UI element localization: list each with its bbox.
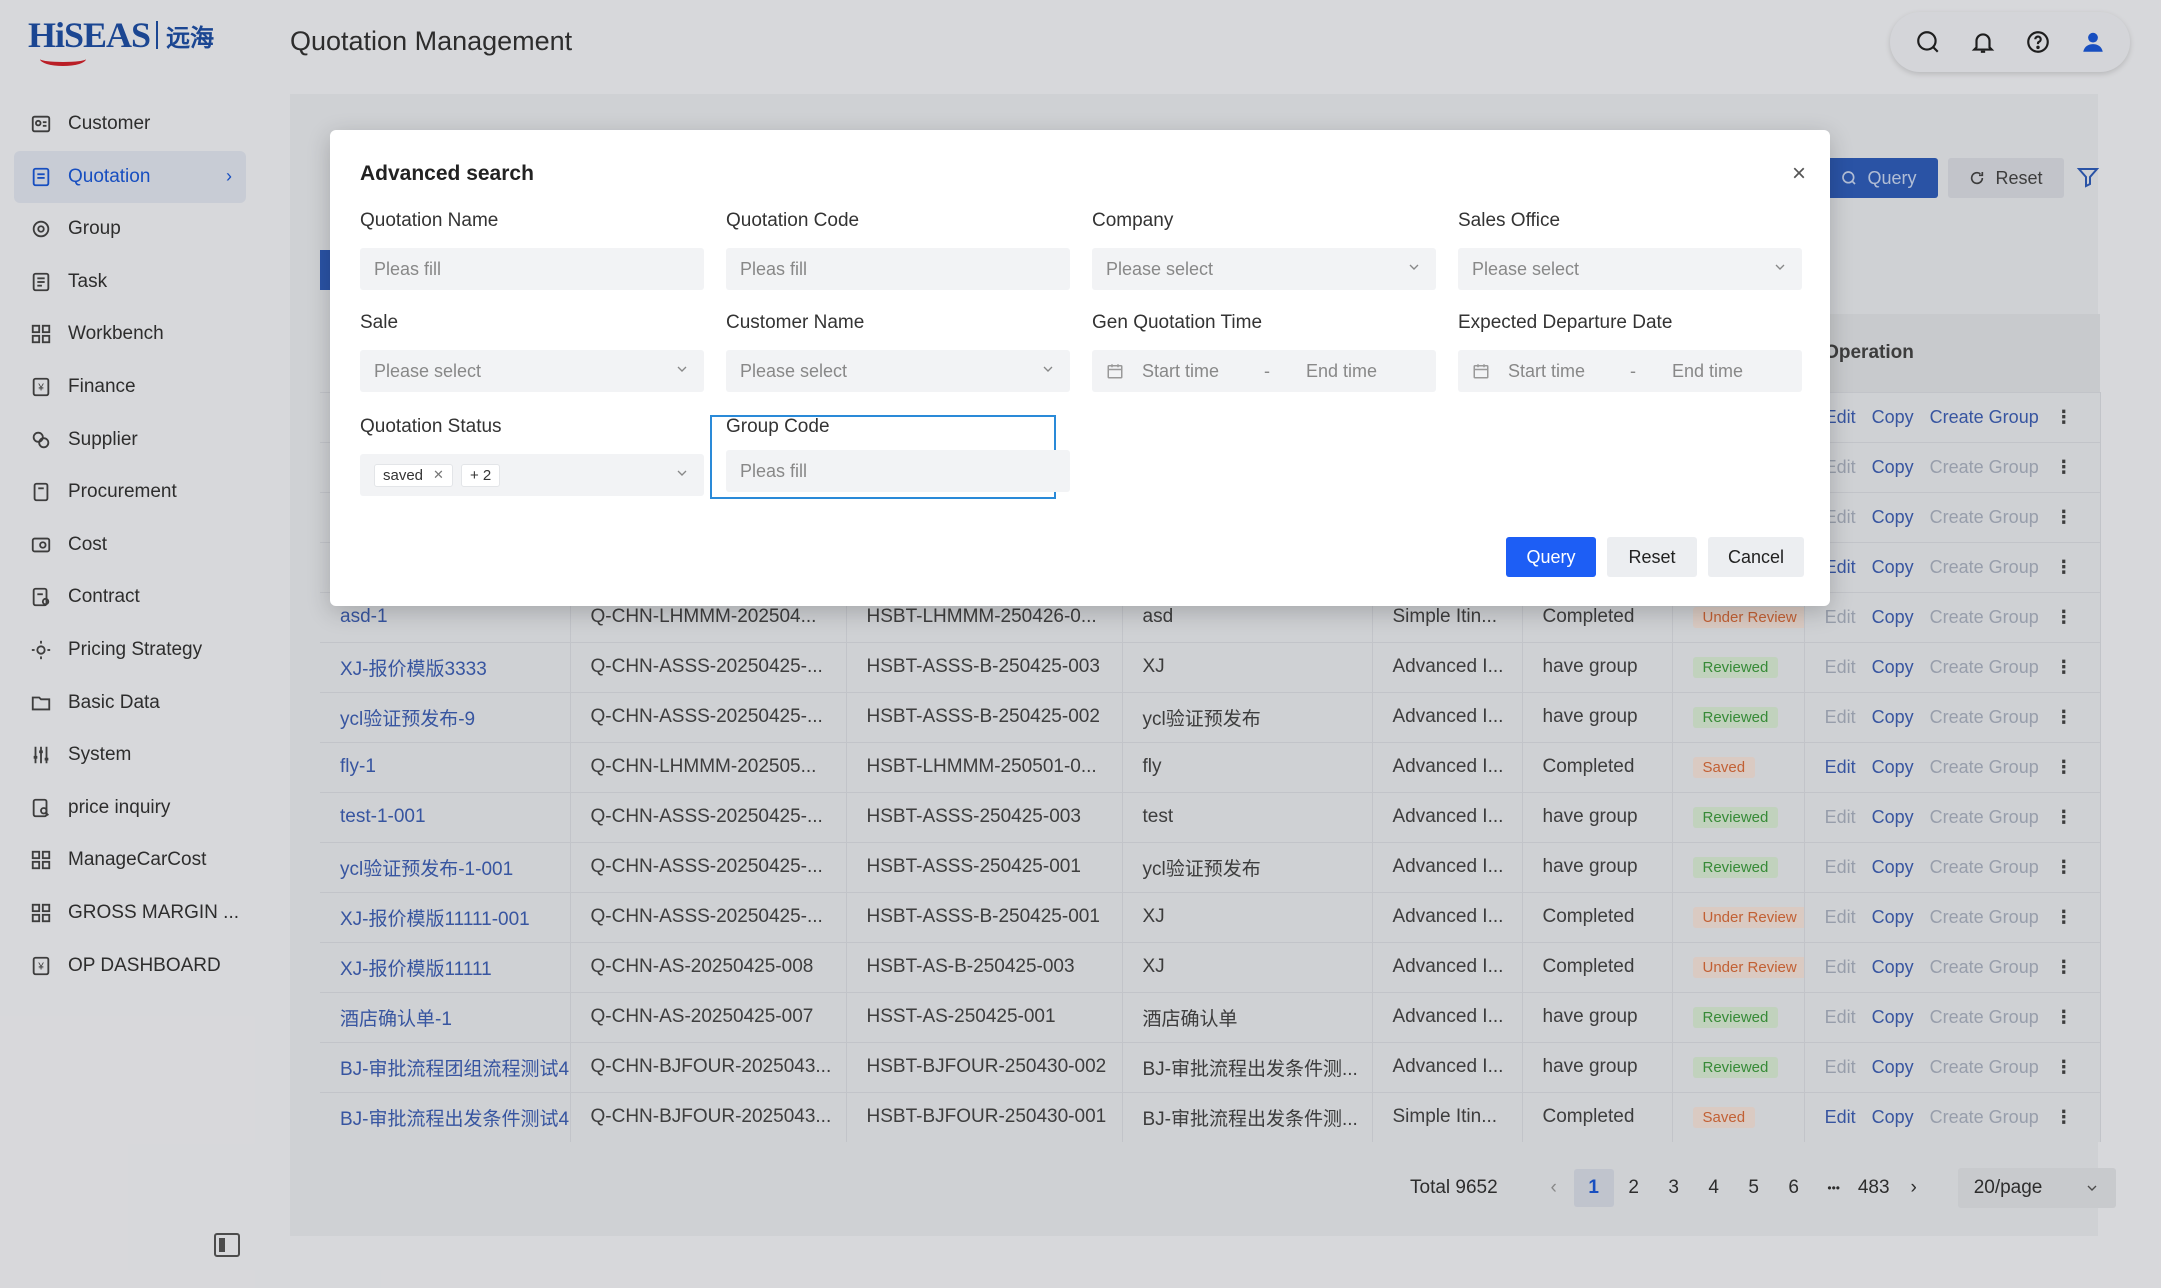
group-code-input[interactable]: Pleas fill — [726, 450, 1070, 492]
chevron-down-icon — [674, 465, 690, 486]
departure-date-label: Expected Departure Date — [1458, 312, 1673, 333]
sales-office-label: Sales Office — [1458, 210, 1561, 231]
dialog-reset-button[interactable]: Reset — [1607, 537, 1697, 577]
quotation-status-field: Quotation Status saved ✕ + 2 — [360, 416, 704, 496]
calendar-icon — [1107, 364, 1123, 379]
sales-office-field: Sales Office Please select — [1458, 210, 1802, 290]
customer-name-label: Customer Name — [726, 312, 865, 333]
gen-quotation-time-field: Gen Quotation Time Start time - End time — [1092, 312, 1436, 392]
chevron-down-icon — [1040, 361, 1056, 382]
group-code-label: Group Code — [726, 416, 830, 437]
quotation-status-select[interactable]: saved ✕ + 2 — [360, 454, 704, 496]
tag-close-icon[interactable]: ✕ — [433, 467, 444, 483]
gen-time-dash: - — [1264, 360, 1270, 381]
dialog-query-button[interactable]: Query — [1506, 537, 1596, 577]
sale-label: Sale — [360, 312, 399, 333]
quotation-name-input[interactable]: Pleas fill — [360, 248, 704, 290]
sale-placeholder: Please select — [374, 360, 482, 381]
dialog-cancel-button[interactable]: Cancel — [1708, 537, 1804, 577]
departure-date-field: Expected Departure Date Start time - End… — [1458, 312, 1802, 392]
company-placeholder: Please select — [1106, 258, 1214, 279]
quotation-status-label: Quotation Status — [360, 416, 502, 437]
sales-office-placeholder: Please select — [1472, 258, 1580, 279]
sale-field: Sale Please select — [360, 312, 704, 392]
departure-dash: - — [1630, 360, 1636, 381]
quotation-code-field: Quotation Code Pleas fill — [726, 210, 1070, 290]
quotation-code-input[interactable]: Pleas fill — [726, 248, 1070, 290]
departure-end[interactable]: End time — [1672, 361, 1772, 382]
status-tag-saved: saved ✕ — [374, 463, 453, 487]
group-code-placeholder: Pleas fill — [740, 460, 808, 481]
chevron-down-icon — [1406, 259, 1422, 280]
quotation-code-label: Quotation Code — [726, 210, 860, 231]
gen-time-start[interactable]: Start time — [1142, 361, 1242, 382]
sale-select[interactable]: Please select — [360, 350, 704, 392]
gen-quotation-time-range[interactable]: Start time - End time — [1092, 350, 1436, 392]
quotation-name-placeholder: Pleas fill — [374, 258, 442, 279]
quotation-name-field: Quotation Name Pleas fill — [360, 210, 704, 290]
advanced-search-dialog: Advanced search × Quotation Name Pleas f… — [330, 130, 1830, 606]
status-tag-label: saved — [383, 466, 424, 484]
gen-time-end[interactable]: End time — [1306, 361, 1406, 382]
chevron-down-icon — [1772, 259, 1788, 280]
company-select[interactable]: Please select — [1092, 248, 1436, 290]
customer-name-placeholder: Please select — [740, 360, 848, 381]
customer-name-field: Customer Name Please select — [726, 312, 1070, 392]
group-code-field: Group Code Pleas fill — [726, 416, 1070, 492]
quotation-code-placeholder: Pleas fill — [740, 258, 808, 279]
close-icon[interactable]: × — [1792, 160, 1806, 188]
sales-office-select[interactable]: Please select — [1458, 248, 1802, 290]
quotation-name-label: Quotation Name — [360, 210, 499, 231]
dialog-title: Advanced search — [360, 162, 534, 185]
gen-quotation-time-label: Gen Quotation Time — [1092, 312, 1263, 333]
departure-date-range[interactable]: Start time - End time — [1458, 350, 1802, 392]
company-label: Company — [1092, 210, 1174, 231]
departure-start[interactable]: Start time — [1508, 361, 1608, 382]
calendar-icon — [1473, 364, 1489, 379]
customer-name-select[interactable]: Please select — [726, 350, 1070, 392]
status-tag-more: + 2 — [460, 463, 501, 487]
chevron-down-icon — [674, 361, 690, 382]
company-field: Company Please select — [1092, 210, 1436, 290]
